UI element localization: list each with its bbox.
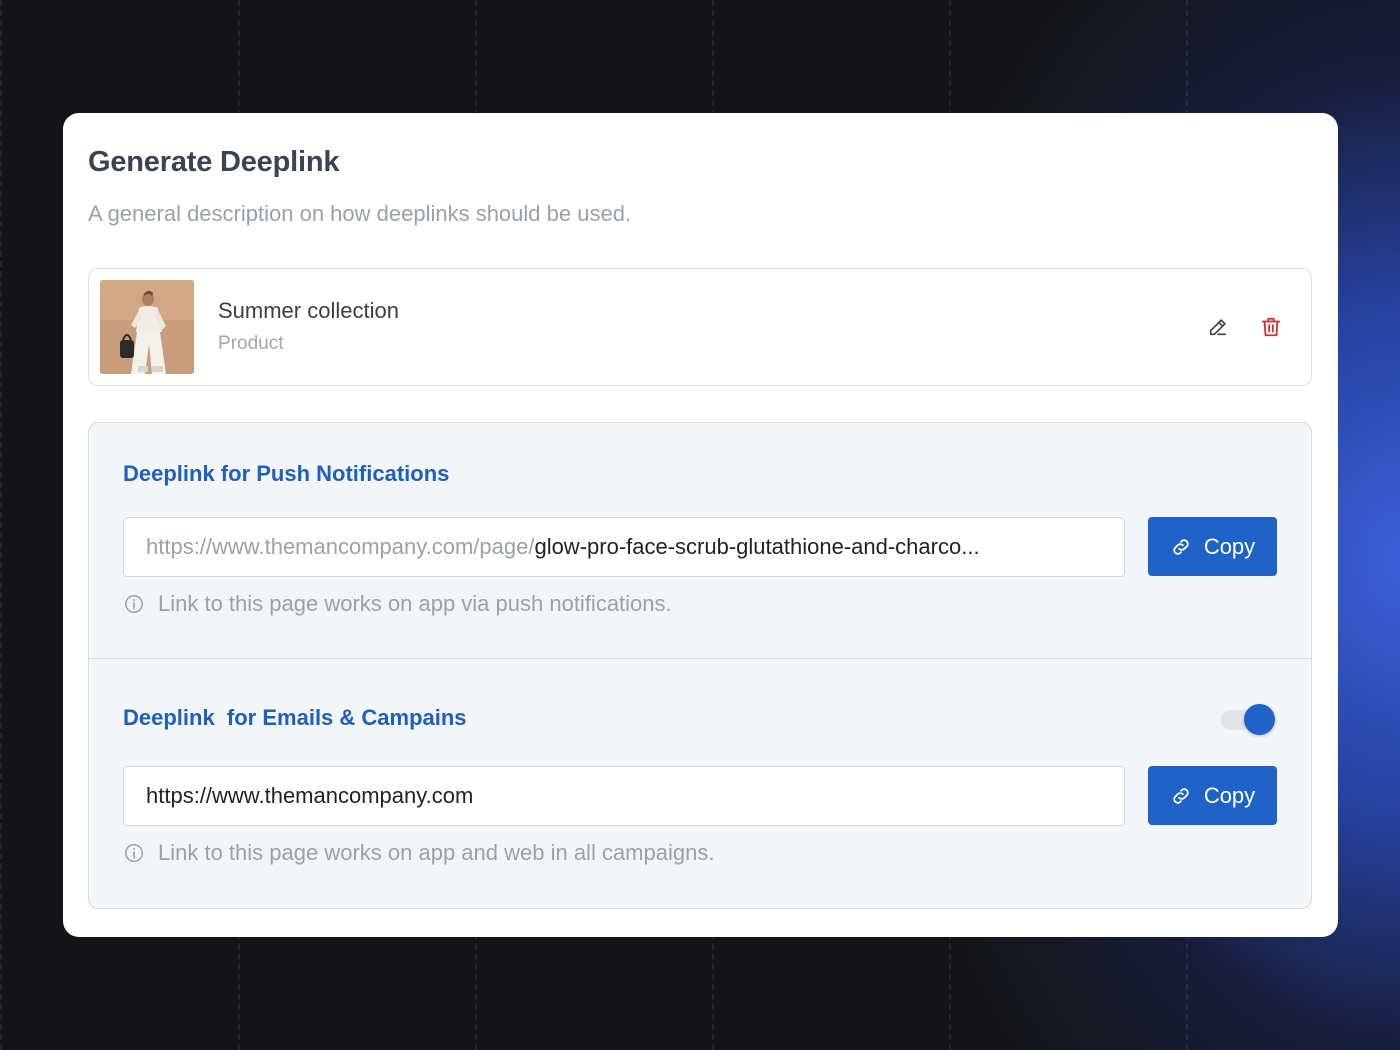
- deeplinks-panel: Deeplink for Push Notifications https://…: [88, 422, 1312, 909]
- email-url-field[interactable]: https://www.themancompany.com: [123, 766, 1125, 826]
- email-copy-label: Copy: [1203, 782, 1256, 808]
- push-url-path: glow-pro-face-scrub-glutathione-and-char…: [534, 534, 980, 559]
- info-icon: [125, 595, 143, 613]
- toggle-knob: [1244, 704, 1275, 735]
- product-type: Product: [218, 333, 284, 354]
- link-icon: [1173, 787, 1189, 804]
- push-copy-button[interactable]: Copy: [1148, 517, 1277, 576]
- background-gridline: [0, 0, 2, 1050]
- product-name: Summer collection: [218, 298, 399, 323]
- fashion-model-photo: [100, 280, 194, 374]
- product-thumbnail: [100, 280, 194, 374]
- info-icon: [125, 844, 143, 862]
- push-url-prefix: https://www.themancompany.com/page/: [146, 534, 535, 559]
- email-hint: Link to this page works on app and web i…: [123, 840, 714, 866]
- email-deeplink-toggle[interactable]: [1221, 703, 1277, 737]
- edit-button[interactable]: [1204, 313, 1232, 341]
- email-url-value: https://www.themancompany.com: [146, 783, 474, 808]
- card-subtitle: A general description on how deeplinks s…: [88, 201, 632, 226]
- background-canvas: Generate Deeplink A general description …: [0, 0, 1400, 1050]
- email-section-title: Deeplink for Emails & Campains: [123, 705, 467, 730]
- pencil-icon: [1209, 319, 1227, 336]
- section-divider: [89, 658, 1311, 659]
- push-section-title: Deeplink for Push Notifications: [123, 461, 450, 486]
- deeplink-card: Generate Deeplink A general description …: [63, 113, 1338, 937]
- push-copy-label: Copy: [1203, 533, 1256, 559]
- email-hint-text: Link to this page works on app and web i…: [158, 840, 715, 865]
- link-icon: [1173, 538, 1189, 555]
- trash-icon: [1261, 317, 1281, 337]
- delete-button[interactable]: [1257, 313, 1285, 341]
- push-hint: Link to this page works on app via push …: [123, 591, 672, 617]
- push-hint-text: Link to this page works on app via push …: [158, 591, 672, 616]
- card-title: Generate Deeplink: [88, 146, 340, 178]
- push-url-field[interactable]: https://www.themancompany.com/page/glow-…: [123, 517, 1125, 577]
- product-row: Summer collection Product: [88, 268, 1312, 386]
- email-copy-button[interactable]: Copy: [1148, 766, 1277, 825]
